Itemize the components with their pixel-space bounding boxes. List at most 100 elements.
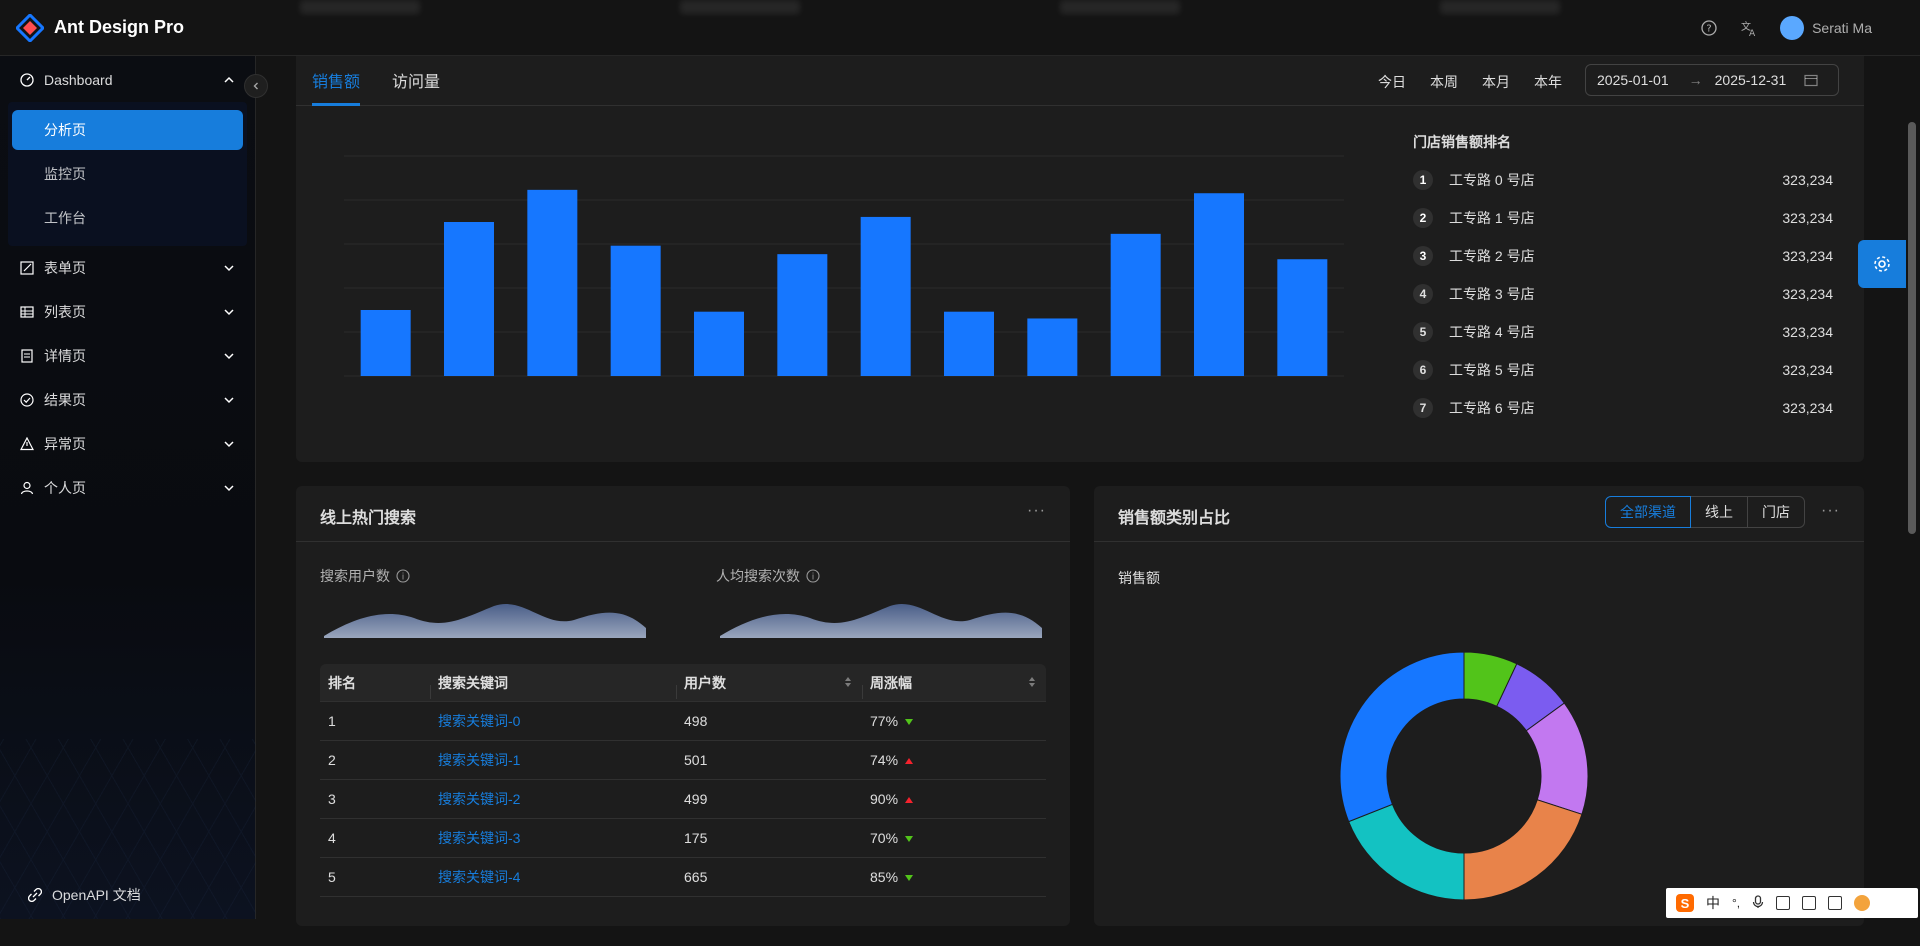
settings-drawer-button[interactable] — [1858, 240, 1906, 288]
mascot-icon[interactable] — [1854, 895, 1871, 911]
range-month[interactable]: 本月 — [1482, 72, 1510, 92]
question-icon[interactable]: ? — [1700, 19, 1718, 37]
bar-5月[interactable] — [694, 311, 744, 376]
sidebar-item-account[interactable]: 个人页 — [0, 466, 255, 510]
bar-12月[interactable] — [1277, 259, 1328, 376]
more-icon[interactable]: ··· — [1821, 502, 1840, 520]
gear-icon — [1874, 256, 1890, 272]
bar-2月[interactable] — [444, 222, 494, 376]
keyword-link[interactable]: 搜索关键词-4 — [438, 869, 520, 885]
slice-食用酒水[interactable] — [1348, 803, 1465, 901]
chevron-down-icon — [224, 353, 234, 360]
bar-8月[interactable] — [944, 311, 994, 376]
hot-search-card: 线上热门搜索 ··· 搜索用户数 i 人均搜索次数 i 排名 搜索关键词 用户数… — [296, 486, 1070, 926]
bar-3月[interactable] — [527, 189, 578, 376]
rank-number: 1 — [1413, 170, 1433, 190]
sidebar-item-list[interactable]: 列表页 — [0, 290, 255, 334]
channel-all[interactable]: 全部渠道 — [1605, 496, 1691, 528]
cell-growth: 85% — [870, 869, 899, 885]
date-end[interactable]: 2025-12-31 — [1715, 72, 1787, 88]
table-row: 5 搜索关键词-4 665 85% — [320, 858, 1046, 897]
svg-text:?: ? — [1706, 24, 1711, 35]
warning-icon — [20, 436, 36, 452]
punctuation-icon[interactable]: °, — [1732, 896, 1740, 910]
date-range-picker[interactable]: 2025-01-01 → 2025-12-31 — [1585, 64, 1839, 96]
sidebar-item-form[interactable]: 表单页 — [0, 246, 255, 290]
slice-家用电器[interactable] — [1339, 651, 1465, 823]
info-icon[interactable]: i — [806, 569, 820, 583]
skin-icon[interactable] — [1802, 896, 1817, 910]
channel-online[interactable]: 线上 — [1690, 496, 1748, 528]
sidebar-item-profile[interactable]: 详情页 — [0, 334, 255, 378]
range-year[interactable]: 本年 — [1534, 72, 1562, 92]
translate-icon[interactable]: 文A — [1740, 19, 1758, 37]
sidebar-item-dashboard[interactable]: Dashboard — [0, 58, 255, 102]
tab-sales[interactable]: 销售额 — [312, 68, 360, 92]
openapi-docs-link[interactable]: OpenAPI 文档 — [28, 885, 141, 905]
rank-store-name: 工专路 4 号店 — [1449, 324, 1535, 340]
range-links: 今日 本周 本月 本年 — [1378, 72, 1562, 92]
info-icon[interactable]: i — [396, 569, 410, 583]
slice-个护健康[interactable] — [1463, 799, 1583, 901]
microphone-icon[interactable] — [1752, 894, 1764, 912]
openapi-label: OpenAPI 文档 — [52, 887, 141, 903]
tab-visits[interactable]: 访问量 — [392, 68, 440, 92]
sort-icon[interactable] — [844, 675, 852, 691]
col-keyword: 搜索关键词 — [430, 673, 676, 699]
range-week[interactable]: 本周 — [1430, 72, 1458, 92]
toolbox-icon[interactable] — [1828, 896, 1843, 910]
keyword-link[interactable]: 搜索关键词-0 — [438, 713, 520, 729]
bar-6月[interactable] — [777, 254, 828, 376]
sidebar-item-result[interactable]: 结果页 — [0, 378, 255, 422]
ime-mode[interactable]: 中 — [1706, 893, 1720, 913]
sidebar-item-label: 个人页 — [44, 480, 86, 496]
bar-11月[interactable] — [1194, 193, 1244, 376]
range-today[interactable]: 今日 — [1378, 72, 1406, 92]
user-menu[interactable]: Serati Ma — [1780, 16, 1872, 40]
sidebar-item-label: 列表页 — [44, 304, 86, 320]
col-rank: 排名 — [328, 674, 356, 691]
cell-users: 498 — [684, 713, 708, 729]
more-icon[interactable]: ··· — [1027, 502, 1046, 520]
sidebar-item-monitor[interactable]: 监控页 — [12, 154, 243, 194]
bar-1月[interactable] — [360, 310, 411, 376]
col-growth[interactable]: 周涨幅 — [862, 673, 1046, 699]
col-users[interactable]: 用户数 — [676, 673, 862, 699]
keyword-link[interactable]: 搜索关键词-2 — [438, 791, 520, 807]
keyword-link[interactable]: 搜索关键词-3 — [438, 830, 520, 846]
check-circle-icon — [20, 392, 36, 408]
keyboard-icon[interactable] — [1776, 896, 1791, 910]
sidebar-item-exception[interactable]: 异常页 — [0, 422, 255, 466]
sidebar-collapse-button[interactable] — [244, 74, 268, 98]
rank-value: 323,234 — [1782, 362, 1833, 378]
sidebar-item-workplace[interactable]: 工作台 — [12, 198, 243, 238]
table-icon — [20, 304, 36, 320]
app-logo[interactable]: Ant Design Pro — [16, 13, 184, 42]
bar-9月[interactable] — [1027, 318, 1078, 376]
date-start[interactable]: 2025-01-01 — [1597, 72, 1669, 88]
chevron-down-icon — [224, 397, 234, 404]
rank-item: 7 工专路 6 号店 323,234 — [1413, 398, 1833, 418]
channel-store[interactable]: 门店 — [1747, 496, 1805, 528]
cell-users: 175 — [684, 830, 708, 846]
sidebar-item-label: 结果页 — [44, 392, 86, 408]
keyword-link[interactable]: 搜索关键词-1 — [438, 752, 520, 768]
sogou-logo-icon[interactable]: S — [1676, 894, 1694, 912]
page-scrollbar[interactable] — [1908, 122, 1916, 534]
caret-down-icon — [905, 875, 914, 881]
bar-10月[interactable] — [1110, 233, 1161, 376]
bar-7月[interactable] — [860, 216, 911, 376]
rank-value: 323,234 — [1782, 324, 1833, 340]
avatar — [1780, 16, 1805, 40]
cell-users: 665 — [684, 869, 708, 885]
cell-growth: 77% — [870, 713, 899, 729]
pie-title: 销售额 — [1118, 570, 1160, 586]
rank-value: 323,234 — [1782, 248, 1833, 264]
cell-growth: 70% — [870, 830, 899, 846]
rank-value: 323,234 — [1782, 400, 1833, 416]
bar-4月[interactable] — [610, 245, 661, 376]
sort-icon[interactable] — [1028, 675, 1036, 691]
sidebar-item-analysis[interactable]: 分析页 — [12, 110, 243, 150]
tab-ink-bar — [312, 103, 360, 106]
rank-number: 7 — [1413, 398, 1433, 418]
